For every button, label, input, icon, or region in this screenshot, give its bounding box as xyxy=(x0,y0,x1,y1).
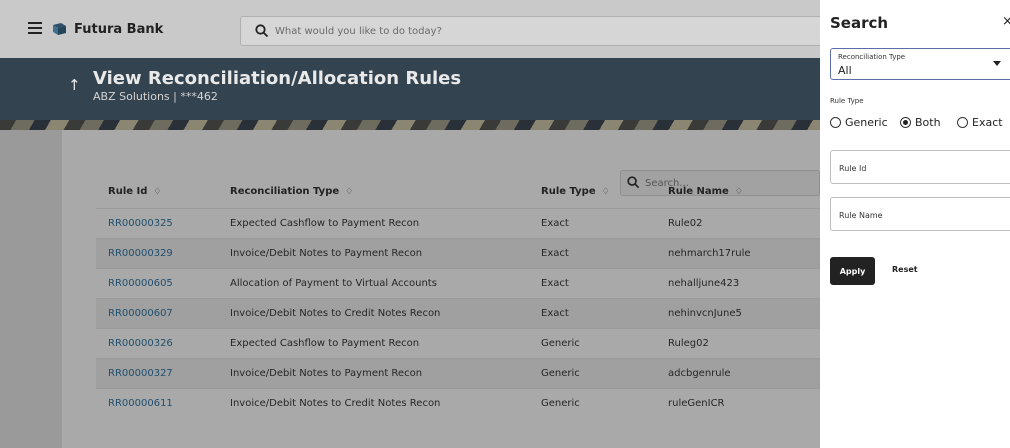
rule-id-link[interactable]: RR00000325 xyxy=(108,218,173,229)
rule-type-cell: Generic xyxy=(541,398,580,409)
party-subtitle: ABZ Solutions | ***462 xyxy=(93,90,218,103)
column-header-rule-name[interactable]: Rule Name ♢ xyxy=(668,186,743,197)
rule-id-link[interactable]: RR00000611 xyxy=(108,398,173,409)
reconciliation-type-cell: Expected Cashflow to Payment Recon xyxy=(230,218,420,229)
rule-name-cell: nehmarch17rule xyxy=(668,248,751,259)
rule-id-link[interactable]: RR00000327 xyxy=(108,368,173,379)
search-panel: Search × Reconciliation Type All Rule Ty… xyxy=(820,0,1010,448)
radio-exact[interactable]: Exact xyxy=(957,116,1003,129)
rule-type-cell: Exact xyxy=(541,278,569,289)
close-icon[interactable]: × xyxy=(1002,14,1010,29)
reconciliation-type-cell: Invoice/Debit Notes to Payment Recon xyxy=(230,248,423,259)
rule-type-cell: Exact xyxy=(541,218,569,229)
rule-name-cell: nehalljune423 xyxy=(668,278,740,289)
global-search-input[interactable] xyxy=(275,22,775,40)
reset-button[interactable]: Reset xyxy=(892,265,918,274)
table-row[interactable]: RR00000329 Invoice/Debit Notes to Paymen… xyxy=(96,238,820,268)
sort-icon[interactable]: ♢ xyxy=(602,187,610,197)
reconciliation-type-select[interactable]: Reconciliation Type All xyxy=(830,48,1010,80)
sort-icon[interactable]: ♢ xyxy=(153,187,161,197)
table-row[interactable]: RR00000325 Expected Cashflow to Payment … xyxy=(96,208,820,238)
reconciliation-type-cell: Invoice/Debit Notes to Credit Notes Reco… xyxy=(230,398,441,409)
rule-id-link[interactable]: RR00000605 xyxy=(108,278,173,289)
rule-name-cell: Rule02 xyxy=(668,218,703,229)
reconciliation-type-cell: Allocation of Payment to Virtual Account… xyxy=(230,278,437,289)
radio-unchecked-icon[interactable] xyxy=(957,117,968,128)
table-row[interactable]: RR00000605 Allocation of Payment to Virt… xyxy=(96,268,820,298)
page-title: View Reconciliation/Allocation Rules xyxy=(93,68,462,89)
brand-name[interactable]: Futura Bank xyxy=(74,22,163,37)
rule-type-label: Rule Type xyxy=(830,97,864,105)
bank-logo-icon xyxy=(53,23,66,35)
column-header-reconciliation-type[interactable]: Reconciliation Type ♢ xyxy=(230,186,353,197)
table-row[interactable]: RR00000607 Invoice/Debit Notes to Credit… xyxy=(96,298,820,328)
table-header: Rule Id ♢ Reconciliation Type ♢ Rule Type ♢… xyxy=(96,178,820,208)
arrow-up-icon[interactable]: ↑ xyxy=(68,76,81,94)
sort-icon[interactable]: ♢ xyxy=(345,187,353,197)
chevron-down-icon xyxy=(993,61,1001,66)
rule-id-input[interactable] xyxy=(839,161,999,175)
table-row[interactable]: RR00000327 Invoice/Debit Notes to Paymen… xyxy=(96,358,820,388)
rule-type-cell: Generic xyxy=(541,368,580,379)
hamburger-icon[interactable] xyxy=(28,22,42,34)
rule-name-cell: Ruleg02 xyxy=(668,338,709,349)
radio-unchecked-icon[interactable] xyxy=(830,117,841,128)
rule-type-cell: Generic xyxy=(541,338,580,349)
column-header-rule-id[interactable]: Rule Id ♢ xyxy=(108,186,161,197)
radio-checked-icon[interactable] xyxy=(900,117,911,128)
table-row[interactable]: RR00000326 Expected Cashflow to Payment … xyxy=(96,328,820,358)
header-decoration xyxy=(0,120,820,130)
rule-name-input[interactable] xyxy=(839,208,999,222)
search-icon xyxy=(255,24,269,38)
panel-title: Search xyxy=(830,14,889,32)
rule-id-field[interactable] xyxy=(830,150,1010,184)
table-row[interactable]: RR00000611 Invoice/Debit Notes to Credit… xyxy=(96,388,820,418)
global-search-bar[interactable] xyxy=(240,16,840,46)
rule-id-link[interactable]: RR00000607 xyxy=(108,308,173,319)
reconciliation-type-label: Reconciliation Type xyxy=(838,53,906,61)
reconciliation-type-cell: Expected Cashflow to Payment Recon xyxy=(230,338,420,349)
rule-name-field[interactable] xyxy=(830,197,1010,231)
radio-generic[interactable]: Generic xyxy=(830,116,888,129)
rule-name-cell: nehinvcnJune5 xyxy=(668,308,742,319)
rule-type-cell: Exact xyxy=(541,248,569,259)
reconciliation-type-cell: Invoice/Debit Notes to Credit Notes Reco… xyxy=(230,308,441,319)
rule-name-cell: adcbgenrule xyxy=(668,368,731,379)
reconciliation-type-cell: Invoice/Debit Notes to Payment Recon xyxy=(230,368,423,379)
radio-both[interactable]: Both xyxy=(900,116,941,129)
rule-name-cell: ruleGenICR xyxy=(668,398,725,409)
rule-id-link[interactable]: RR00000329 xyxy=(108,248,173,259)
column-header-rule-type[interactable]: Rule Type ♢ xyxy=(541,186,610,197)
sort-icon[interactable]: ♢ xyxy=(735,187,743,197)
apply-button[interactable]: Apply xyxy=(830,257,875,285)
reconciliation-type-value: All xyxy=(838,64,852,77)
rule-type-radio-group: Generic Both Exact xyxy=(830,116,1010,132)
rule-id-link[interactable]: RR00000326 xyxy=(108,338,173,349)
rule-type-cell: Exact xyxy=(541,308,569,319)
